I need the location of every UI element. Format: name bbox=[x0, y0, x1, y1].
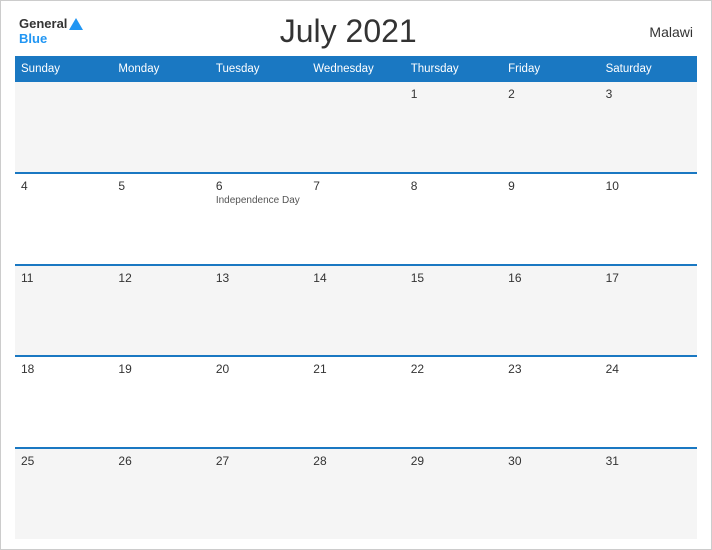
day-header: Thursday bbox=[405, 58, 502, 80]
day-number: 31 bbox=[606, 454, 691, 468]
day-header: Wednesday bbox=[307, 58, 404, 80]
day-cell: 21 bbox=[307, 357, 404, 447]
day-number: 25 bbox=[21, 454, 106, 468]
calendar-grid: SundayMondayTuesdayWednesdayThursdayFrid… bbox=[15, 56, 697, 539]
day-number: 3 bbox=[606, 87, 691, 101]
week-row: 11 12 13 14 15 16 17 bbox=[15, 264, 697, 356]
day-cell: 19 bbox=[112, 357, 209, 447]
calendar-title: July 2021 bbox=[83, 13, 613, 50]
day-header: Tuesday bbox=[210, 58, 307, 80]
day-number: 17 bbox=[606, 271, 691, 285]
day-number: 29 bbox=[411, 454, 496, 468]
day-cell: 26 bbox=[112, 449, 209, 539]
day-cell: 25 bbox=[15, 449, 112, 539]
day-number: 23 bbox=[508, 362, 593, 376]
logo: General Blue bbox=[19, 17, 83, 46]
day-header: Friday bbox=[502, 58, 599, 80]
day-cell: 13 bbox=[210, 266, 307, 356]
day-cell: 2 bbox=[502, 82, 599, 172]
day-cell: 15 bbox=[405, 266, 502, 356]
day-number: 27 bbox=[216, 454, 301, 468]
day-cell bbox=[15, 82, 112, 172]
day-number: 14 bbox=[313, 271, 398, 285]
day-number: 7 bbox=[313, 179, 398, 193]
day-number: 4 bbox=[21, 179, 106, 193]
day-cell: 12 bbox=[112, 266, 209, 356]
day-cell: 31 bbox=[600, 449, 697, 539]
day-number: 19 bbox=[118, 362, 203, 376]
day-cell: 4 bbox=[15, 174, 112, 264]
day-cell: 22 bbox=[405, 357, 502, 447]
day-number: 11 bbox=[21, 271, 106, 285]
day-cell: 5 bbox=[112, 174, 209, 264]
logo-triangle-icon bbox=[69, 18, 83, 30]
calendar-container: General Blue July 2021 Malawi SundayMond… bbox=[0, 0, 712, 550]
day-cell: 29 bbox=[405, 449, 502, 539]
day-cell: 6 Independence Day bbox=[210, 174, 307, 264]
day-cell: 10 bbox=[600, 174, 697, 264]
weeks-container: 123456Independence Day789101112131415161… bbox=[15, 80, 697, 539]
day-header: Saturday bbox=[600, 58, 697, 80]
day-cell: 18 bbox=[15, 357, 112, 447]
day-header: Sunday bbox=[15, 58, 112, 80]
day-cell bbox=[112, 82, 209, 172]
day-number: 10 bbox=[606, 179, 691, 193]
country-label: Malawi bbox=[613, 24, 693, 40]
day-number: 15 bbox=[411, 271, 496, 285]
day-number: 5 bbox=[118, 179, 203, 193]
day-number: 26 bbox=[118, 454, 203, 468]
day-number: 9 bbox=[508, 179, 593, 193]
day-number: 30 bbox=[508, 454, 593, 468]
day-event: Independence Day bbox=[216, 195, 301, 206]
week-row: 25 26 27 28 29 30 31 bbox=[15, 447, 697, 539]
day-cell: 30 bbox=[502, 449, 599, 539]
day-number: 21 bbox=[313, 362, 398, 376]
day-number: 24 bbox=[606, 362, 691, 376]
day-cell bbox=[307, 82, 404, 172]
day-number: 13 bbox=[216, 271, 301, 285]
day-headers: SundayMondayTuesdayWednesdayThursdayFrid… bbox=[15, 56, 697, 80]
logo-blue-text: Blue bbox=[19, 32, 83, 46]
day-cell: 17 bbox=[600, 266, 697, 356]
day-cell: 20 bbox=[210, 357, 307, 447]
day-number: 1 bbox=[411, 87, 496, 101]
day-cell: 14 bbox=[307, 266, 404, 356]
day-cell: 8 bbox=[405, 174, 502, 264]
day-cell: 3 bbox=[600, 82, 697, 172]
week-row: 456 Independence Day 789 10 bbox=[15, 172, 697, 264]
day-cell: 1 bbox=[405, 82, 502, 172]
day-cell: 16 bbox=[502, 266, 599, 356]
day-cell: 24 bbox=[600, 357, 697, 447]
day-header: Monday bbox=[112, 58, 209, 80]
logo-general: General bbox=[19, 17, 83, 31]
day-cell: 28 bbox=[307, 449, 404, 539]
day-cell: 27 bbox=[210, 449, 307, 539]
day-cell: 7 bbox=[307, 174, 404, 264]
day-cell: 23 bbox=[502, 357, 599, 447]
day-number: 6 bbox=[216, 179, 301, 193]
day-cell bbox=[210, 82, 307, 172]
day-number: 12 bbox=[118, 271, 203, 285]
logo-general-text: General bbox=[19, 17, 67, 31]
day-number: 18 bbox=[21, 362, 106, 376]
week-row: 18 19 20 21 22 23 24 bbox=[15, 355, 697, 447]
day-number: 20 bbox=[216, 362, 301, 376]
day-cell: 9 bbox=[502, 174, 599, 264]
day-number: 2 bbox=[508, 87, 593, 101]
day-number: 28 bbox=[313, 454, 398, 468]
week-row: 123 bbox=[15, 80, 697, 172]
day-number: 8 bbox=[411, 179, 496, 193]
day-cell: 11 bbox=[15, 266, 112, 356]
calendar-header: General Blue July 2021 Malawi bbox=[1, 1, 711, 56]
day-number: 16 bbox=[508, 271, 593, 285]
day-number: 22 bbox=[411, 362, 496, 376]
